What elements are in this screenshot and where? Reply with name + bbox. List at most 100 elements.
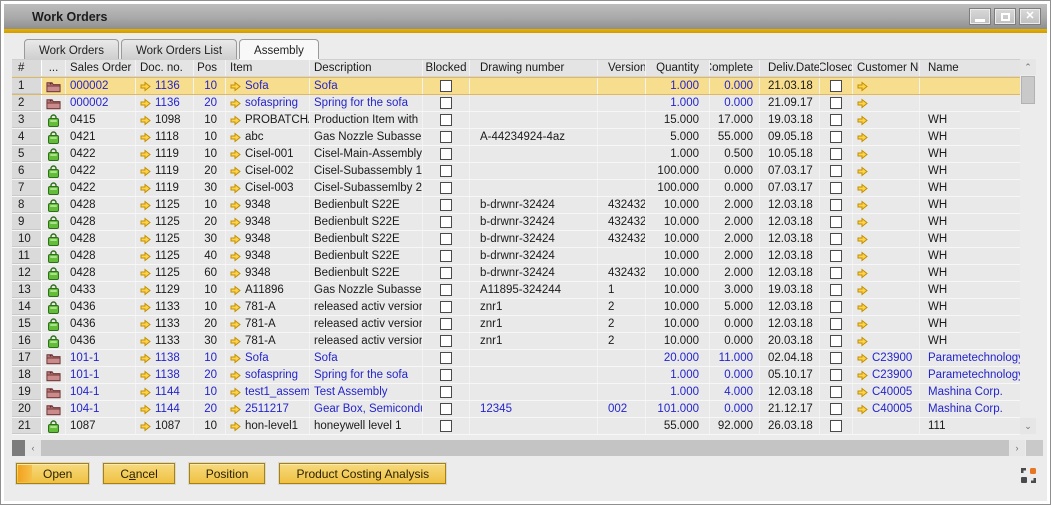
quantity-cell[interactable]: 10.000 <box>646 299 710 315</box>
complete-cell[interactable]: 17.000 <box>710 112 760 128</box>
description-cell[interactable]: released activ version <box>310 316 423 332</box>
sales-order-cell[interactable]: 0433 <box>66 282 136 298</box>
description-cell[interactable]: Sofa <box>310 350 423 366</box>
deliv-date-cell[interactable]: 19.03.18 <box>760 112 820 128</box>
quantity-cell[interactable]: 5.000 <box>646 129 710 145</box>
pos-cell[interactable]: 20 <box>194 163 226 179</box>
sales-order-cell[interactable]: 104-1 <box>66 401 136 417</box>
table-row[interactable]: 2000002113620sofaspringSpring for the so… <box>12 95 1020 112</box>
item-cell[interactable]: 9348 <box>226 231 310 247</box>
link-arrow-icon[interactable] <box>230 200 241 211</box>
item-cell[interactable]: 781-A <box>226 333 310 349</box>
item-cell[interactable]: Cisel-001 <box>226 146 310 162</box>
drawing-number-cell[interactable]: b-drwnr-32424 <box>470 265 598 281</box>
doc-no-cell[interactable]: 1136 <box>136 78 194 94</box>
version-cell[interactable]: 432432 <box>598 214 646 230</box>
doc-no-cell[interactable]: 1125 <box>136 248 194 264</box>
customer-name-cell[interactable]: WH <box>920 129 1020 145</box>
link-arrow-icon[interactable] <box>230 81 241 92</box>
customer-no-cell[interactable] <box>853 248 920 264</box>
item-cell[interactable]: Cisel-002 <box>226 163 310 179</box>
quantity-cell[interactable]: 1.000 <box>646 95 710 111</box>
column-header-ver[interactable]: Version <box>598 60 646 76</box>
link-arrow-icon[interactable] <box>140 234 151 245</box>
quantity-cell[interactable]: 1.000 <box>646 78 710 94</box>
description-cell[interactable]: Gas Nozzle Subassembly, 65-50 <box>310 129 423 145</box>
drawing-number-cell[interactable]: A-44234924-4az <box>470 129 598 145</box>
doc-no-cell[interactable]: 1118 <box>136 129 194 145</box>
blocked-checkbox[interactable] <box>440 216 452 228</box>
complete-cell[interactable]: 3.000 <box>710 282 760 298</box>
link-arrow-icon[interactable] <box>140 149 151 160</box>
pos-cell[interactable]: 30 <box>194 333 226 349</box>
sales-order-cell[interactable]: 101-1 <box>66 350 136 366</box>
column-header-so[interactable]: Sales Order <box>66 60 136 76</box>
quantity-cell[interactable]: 10.000 <box>646 316 710 332</box>
description-cell[interactable]: Spring for the sofa <box>310 95 423 111</box>
item-cell[interactable]: 9348 <box>226 248 310 264</box>
sales-order-cell[interactable]: 1087 <box>66 418 136 434</box>
item-cell[interactable]: sofaspring <box>226 95 310 111</box>
blocked-checkbox[interactable] <box>440 352 452 364</box>
blocked-checkbox[interactable] <box>440 335 452 347</box>
pos-cell[interactable]: 10 <box>194 384 226 400</box>
splitter-box[interactable] <box>12 440 25 456</box>
link-arrow-icon[interactable] <box>230 336 241 347</box>
quantity-cell[interactable]: 100.000 <box>646 163 710 179</box>
version-cell[interactable] <box>598 418 646 434</box>
position-button[interactable]: Position <box>189 463 266 484</box>
version-cell[interactable] <box>598 350 646 366</box>
item-cell[interactable]: 781-A <box>226 316 310 332</box>
closed-checkbox[interactable] <box>830 216 842 228</box>
customer-no-cell[interactable]: C40005 <box>853 401 920 417</box>
horizontal-scrollbar-thumb[interactable] <box>41 440 1009 456</box>
complete-cell[interactable]: 2.000 <box>710 197 760 213</box>
deliv-date-cell[interactable]: 12.03.18 <box>760 316 820 332</box>
doc-no-cell[interactable]: 1129 <box>136 282 194 298</box>
customer-no-cell[interactable]: C23900 <box>853 350 920 366</box>
link-arrow-icon[interactable] <box>230 353 241 364</box>
closed-checkbox[interactable] <box>830 335 842 347</box>
description-cell[interactable]: released activ version <box>310 333 423 349</box>
blocked-checkbox[interactable] <box>440 199 452 211</box>
blocked-checkbox[interactable] <box>440 301 452 313</box>
doc-no-cell[interactable]: 1144 <box>136 401 194 417</box>
table-row[interactable]: 904281125209348Bedienbult S22Eb-drwnr-32… <box>12 214 1020 231</box>
doc-no-cell[interactable]: 1119 <box>136 146 194 162</box>
customer-name-cell[interactable]: WH <box>920 231 1020 247</box>
sales-order-cell[interactable]: 0422 <box>66 146 136 162</box>
doc-no-cell[interactable]: 1119 <box>136 180 194 196</box>
open-button[interactable]: Open <box>16 463 89 484</box>
pos-cell[interactable]: 10 <box>194 78 226 94</box>
complete-cell[interactable]: 11.000 <box>710 350 760 366</box>
doc-no-cell[interactable]: 1144 <box>136 384 194 400</box>
item-cell[interactable]: 9348 <box>226 197 310 213</box>
closed-checkbox[interactable] <box>830 233 842 245</box>
drawing-number-cell[interactable] <box>470 112 598 128</box>
doc-no-cell[interactable]: 1125 <box>136 214 194 230</box>
link-arrow-icon[interactable] <box>857 132 868 143</box>
column-header-cmp[interactable]: Complete <box>710 60 760 76</box>
closed-checkbox[interactable] <box>830 199 842 211</box>
sales-order-cell[interactable]: 104-1 <box>66 384 136 400</box>
customer-no-cell[interactable] <box>853 333 920 349</box>
drawing-number-cell[interactable] <box>470 367 598 383</box>
link-arrow-icon[interactable] <box>230 268 241 279</box>
column-header-desc[interactable]: Description <box>310 60 423 76</box>
complete-cell[interactable]: 55.000 <box>710 129 760 145</box>
pos-cell[interactable]: 10 <box>194 112 226 128</box>
drawing-number-cell[interactable] <box>470 350 598 366</box>
quantity-cell[interactable]: 10.000 <box>646 265 710 281</box>
version-cell[interactable]: 432432 <box>598 197 646 213</box>
quantity-cell[interactable]: 1.000 <box>646 367 710 383</box>
drawing-number-cell[interactable]: b-drwnr-32424 <box>470 197 598 213</box>
title-bar[interactable]: Work Orders ✕ <box>4 4 1047 29</box>
pos-cell[interactable]: 30 <box>194 231 226 247</box>
table-row[interactable]: 1000002113610SofaSofa1.0000.00021.03.18 <box>12 77 1020 95</box>
pos-cell[interactable]: 20 <box>194 214 226 230</box>
table-row[interactable]: 1204281125609348Bedienbult S22Eb-drwnr-3… <box>12 265 1020 282</box>
deliv-date-cell[interactable]: 21.12.17 <box>760 401 820 417</box>
blocked-checkbox[interactable] <box>440 97 452 109</box>
drawing-number-cell[interactable]: znr1 <box>470 316 598 332</box>
link-arrow-icon[interactable] <box>230 421 241 432</box>
